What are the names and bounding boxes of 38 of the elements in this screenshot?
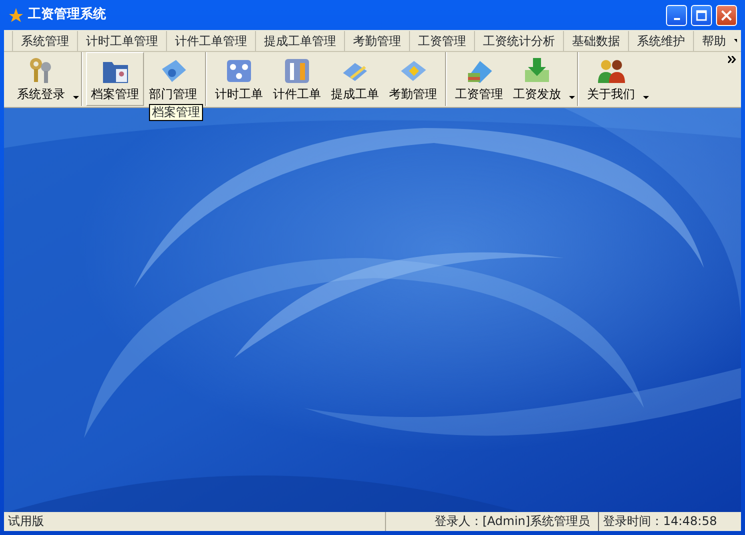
dropdown-caret-icon[interactable] <box>643 96 649 99</box>
menu-item[interactable]: 计时工单管理 <box>77 30 166 50</box>
toolbar-button[interactable]: 关于我们 <box>582 52 648 106</box>
app-logo-icon <box>8 7 24 23</box>
window-title: 工资管理系统 <box>28 6 106 24</box>
status-text: 登录时间：14:48:58 <box>598 512 741 531</box>
toolbar-button[interactable]: 档案管理 <box>86 52 144 106</box>
toolbar-button[interactable]: 计件工单 <box>268 52 326 106</box>
status-text: 登录人：[Admin]系统管理员 <box>385 512 598 531</box>
toolbar-button[interactable]: 提成工单 <box>326 52 384 106</box>
menu-item[interactable]: 工资管理 <box>409 30 474 50</box>
download-icon <box>522 55 552 85</box>
minimize-icon <box>674 18 680 20</box>
menu-item[interactable]: 基础数据 <box>563 30 628 50</box>
maximize-icon <box>696 10 707 20</box>
menu-item[interactable]: 计件工单管理 <box>166 30 255 50</box>
tooltip: 档案管理 <box>149 104 203 121</box>
overflow-caret-icon[interactable] <box>734 38 737 42</box>
close-icon <box>721 10 732 20</box>
chevron-icon[interactable] <box>728 56 737 63</box>
menu-item[interactable]: 系统维护 <box>628 30 693 50</box>
menu-item[interactable]: 系统管理 <box>12 30 77 50</box>
close-button[interactable] <box>716 4 737 26</box>
maximize-button[interactable] <box>691 4 712 26</box>
status-text: 试用版 <box>7 513 45 530</box>
toolbar-button[interactable]: 计时工单 <box>210 52 268 106</box>
toolbar-button[interactable]: 工资管理 <box>450 52 508 106</box>
minimize-button[interactable] <box>666 4 687 26</box>
dropdown-caret-icon[interactable] <box>569 96 575 99</box>
menu-item[interactable]: 工资统计分析 <box>474 30 563 50</box>
menu-item[interactable]: 提成工单管理 <box>255 30 344 50</box>
dropdown-caret-icon[interactable] <box>73 96 79 99</box>
toolbar-button[interactable]: 考勤管理 <box>384 52 442 106</box>
menu-item[interactable]: 考勤管理 <box>344 30 409 50</box>
toolbar-button[interactable]: 系统登录 <box>12 52 78 106</box>
menu-item[interactable]: 帮助 <box>693 30 734 50</box>
toolbar-button[interactable]: 部门管理 <box>144 52 202 106</box>
toolbar-button[interactable]: 工资发放 <box>508 52 574 106</box>
